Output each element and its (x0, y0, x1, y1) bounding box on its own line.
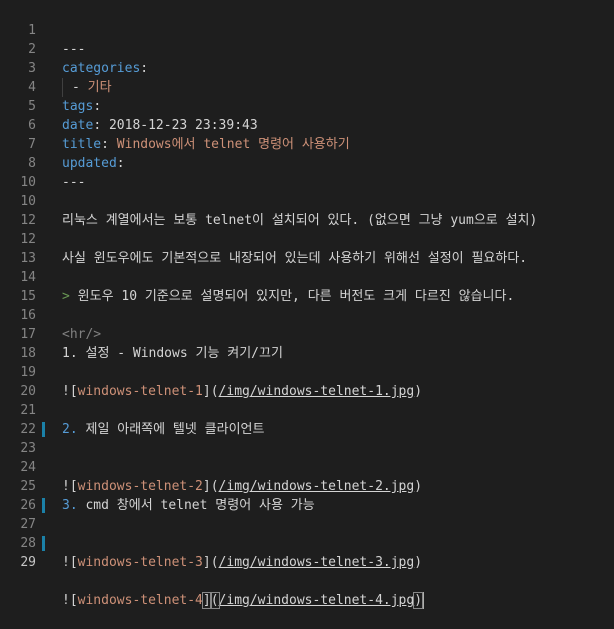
editor-line[interactable]: 25 3. cmd 창에서 telnet 명령어 사용 가능 (0, 458, 614, 513)
editor-line[interactable]: 27 ![windows-telnet-3](/img/windows-teln… (0, 496, 614, 570)
modified-line-indicator[interactable] (42, 536, 45, 551)
editor-line[interactable]: 10 (0, 154, 614, 190)
editor-line[interactable]: 28 (0, 515, 614, 551)
editor-line[interactable]: 7 updated: (0, 116, 614, 171)
editor-line[interactable]: 26 (0, 477, 614, 513)
editor-line[interactable]: 23 ![windows-telnet-2](/img/windows-teln… (0, 420, 614, 494)
editor-line[interactable]: 14 > 윈도우 10 기준으로 설명되어 있지만, 다른 버전도 크게 다르진… (0, 249, 614, 304)
editor-line[interactable]: 3 - 기타 (0, 40, 614, 97)
image-alt-text: windows-telnet-3 (77, 555, 203, 570)
line-number: 29 (20, 555, 36, 570)
editor-line[interactable]: 15 (0, 268, 614, 304)
editor-line[interactable]: 2 categories: (0, 21, 614, 76)
editor-line[interactable]: 22 (0, 401, 614, 437)
editor-line[interactable]: 6 title: Windows에서 telnet 명령어 사용하기 (0, 97, 614, 152)
editor-line[interactable]: 12 (0, 192, 614, 228)
image-alt-text: windows-telnet-4 (77, 593, 203, 608)
modified-line-indicator[interactable] (42, 422, 45, 437)
matching-bracket: ]( (201, 592, 220, 609)
editor-line[interactable]: 24 (0, 439, 614, 475)
editor-line[interactable]: 5 date: 2018-12-23 23:39:43 (0, 78, 614, 133)
editor-line[interactable]: 12 사실 윈도우에도 기본적으로 내장되어 있는데 사용하기 위해선 설정이 … (0, 211, 614, 266)
image-link-url[interactable]: /img/windows-telnet-4.jpg (219, 593, 415, 608)
editor-line[interactable]: 20 (0, 363, 614, 399)
editor-line[interactable]: 17 1. 설정 - Windows 기능 켜기/끄기 (0, 306, 614, 361)
editor-line[interactable]: 21 2. 제일 아래쪽에 텔넷 클라이언트 (0, 382, 614, 437)
editor-line[interactable]: 8 --- (0, 135, 614, 190)
editor-line[interactable]: 4 tags: (0, 59, 614, 114)
modified-line-indicator[interactable] (42, 498, 45, 513)
image-link-url[interactable]: /img/windows-telnet-3.jpg (219, 555, 415, 570)
editor-line[interactable]: 13 (0, 230, 614, 266)
editor-line[interactable]: 1 --- (0, 2, 614, 57)
editor-line-active[interactable]: 29 ![windows-telnet-4](/img/windows-teln… (0, 534, 614, 609)
editor-line[interactable]: 18 (0, 325, 614, 361)
editor-line[interactable]: 10 리눅스 계열에서는 보통 telnet이 설치되어 있다. (없으면 그냥… (0, 173, 614, 228)
editor-line[interactable]: 19 ![windows-telnet-1](/img/windows-teln… (0, 344, 614, 399)
text-cursor (422, 592, 425, 609)
editor-line[interactable]: 16 <hr/> (0, 287, 614, 342)
code-editor[interactable]: 1 --- 2 categories: 3 - 기타 4 tags: 5 dat… (0, 0, 614, 609)
